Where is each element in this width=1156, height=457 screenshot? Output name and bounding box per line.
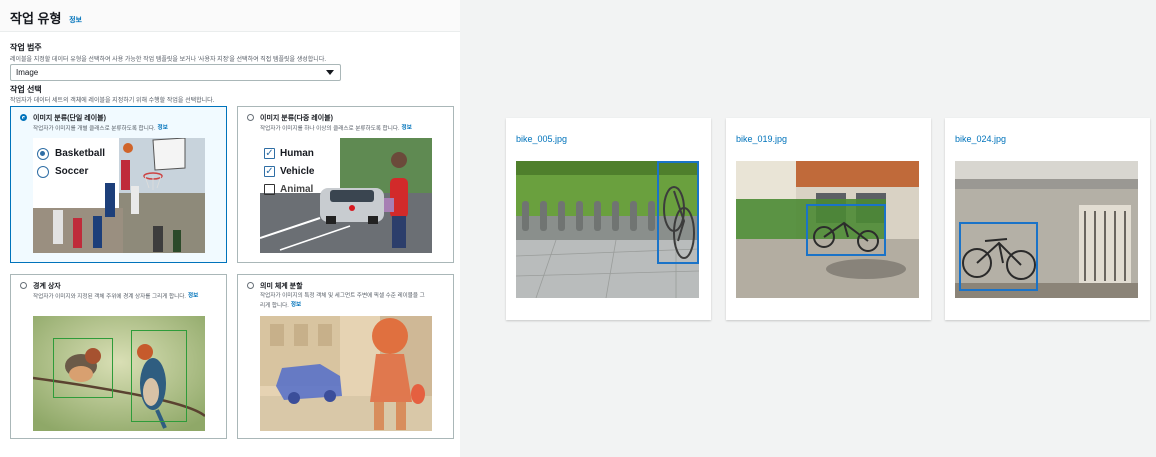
- option-radio-soccer: [37, 166, 49, 178]
- option-checkbox-animal: [264, 184, 275, 195]
- option-checkbox-human: ✓: [264, 148, 275, 159]
- image-tile-3[interactable]: bike_024.jpg: [945, 118, 1150, 320]
- multi-label-illustration: ✓ Human ✓ Vehicle Animal: [260, 138, 432, 253]
- card-description-text: 작업자가 이미지를 하나 이상의 클래스로 분류하도록 합니다.: [260, 125, 400, 132]
- panel-header: 작업 유형 정보: [0, 0, 460, 32]
- card-title: 이미지 분류(단일 레이블): [33, 115, 106, 122]
- panel-title-text: 작업 유형: [10, 11, 62, 26]
- bounding-box: [959, 222, 1038, 291]
- card-title: 경계 상자: [33, 283, 61, 290]
- option-label-vehicle: Vehicle: [280, 166, 315, 177]
- card-info-link[interactable]: 정보: [188, 293, 198, 299]
- image-filename-link[interactable]: bike_005.jpg: [516, 134, 567, 144]
- option-label-basketball: Basketball: [55, 148, 106, 159]
- image-photo: [516, 161, 699, 298]
- image-tile-2[interactable]: bike_019.jpg: [726, 118, 931, 320]
- option-label-soccer: Soccer: [55, 166, 89, 177]
- task-type-panel: 작업 유형 정보 작업 범주 레이블을 지정할 데이터 유형을 선택하여 사용 …: [0, 0, 460, 457]
- segmentation-illustration: [260, 316, 432, 431]
- bounding-box: [657, 161, 699, 264]
- task-card-bounding-box[interactable]: 경계 상자 작업자가 이미지와 지정된 객체 주위에 경계 상자를 그리게 합니…: [10, 274, 227, 439]
- task-select-description: 작업자가 데이터 세트의 객체에 레이블을 지정하기 위해 수행할 작업을 선택…: [10, 98, 215, 104]
- task-card-semantic-segmentation[interactable]: 의미 체계 분할 작업자가 이미지의 특정 객체 및 세그먼트 주변에 픽셀 수…: [237, 274, 454, 439]
- bounding-box: [806, 204, 886, 256]
- panel-info-link[interactable]: 정보: [69, 17, 82, 24]
- task-radio-bounding-box[interactable]: [20, 282, 27, 289]
- card-description-line1: 작업자가 이미지의 특정 객체 및 세그먼트 주변에 픽셀 수준 레이블을 그: [260, 293, 425, 299]
- segmentation-photo: [260, 316, 432, 431]
- option-label-animal: Animal: [280, 184, 314, 195]
- category-description: 레이블을 지정할 데이터 유형을 선택하여 사용 가능한 작업 템플릿을 보거나…: [10, 57, 327, 63]
- bounding-box-bird-2: [131, 330, 187, 422]
- card-title: 이미지 분류(다중 레이블): [260, 115, 333, 122]
- option-radio-basketball: [37, 148, 49, 160]
- image-photo: [736, 161, 919, 298]
- option-label-human: Human: [280, 148, 314, 159]
- option-checkbox-vehicle: ✓: [264, 166, 275, 177]
- category-select-value: Image: [16, 68, 39, 77]
- bounding-box-bird-1: [53, 338, 113, 398]
- card-description-line2: 리게 합니다.: [260, 302, 289, 309]
- image-tile-1[interactable]: bike_005.jpg: [506, 118, 711, 320]
- card-description: 작업자가 이미지와 지정된 객체 주위에 경계 상자를 그리게 합니다. 정보: [33, 292, 198, 302]
- image-filename-link[interactable]: bike_024.jpg: [955, 134, 1006, 144]
- card-description-text: 작업자가 이미지를 개별 클래스로 분류하도록 합니다.: [33, 125, 156, 132]
- card-info-link[interactable]: 정보: [402, 125, 412, 131]
- basketball-illustration: Basketball Soccer: [33, 138, 205, 253]
- category-label: 작업 범주: [10, 43, 42, 52]
- card-info-link[interactable]: 정보: [158, 125, 168, 131]
- card-description: 작업자가 이미지의 특정 객체 및 세그먼트 주변에 픽셀 수준 레이블을 그리…: [260, 292, 425, 311]
- panel-title: 작업 유형 정보: [10, 8, 82, 27]
- card-info-link[interactable]: 정보: [291, 302, 301, 308]
- caret-down-icon: [326, 70, 334, 75]
- card-description-text: 작업자가 이미지와 지정된 객체 주위에 경계 상자를 그리게 합니다.: [33, 293, 186, 300]
- card-description: 작업자가 이미지를 하나 이상의 클래스로 분류하도록 합니다. 정보: [260, 124, 412, 134]
- task-card-single-label[interactable]: 이미지 분류(단일 레이블) 작업자가 이미지를 개별 클래스로 분류하도록 합…: [10, 106, 227, 263]
- card-title: 의미 체계 분할: [260, 283, 303, 290]
- birds-illustration: [33, 316, 205, 431]
- task-card-multi-label[interactable]: 이미지 분류(다중 레이블) 작업자가 이미지를 하나 이상의 클래스로 분류하…: [237, 106, 454, 263]
- category-select[interactable]: Image: [10, 64, 341, 81]
- image-photo: [955, 161, 1138, 298]
- image-filename-link[interactable]: bike_019.jpg: [736, 134, 787, 144]
- card-description: 작업자가 이미지를 개별 클래스로 분류하도록 합니다. 정보: [33, 124, 168, 134]
- task-select-label: 작업 선택: [10, 85, 42, 94]
- task-radio-semantic-segmentation[interactable]: [247, 282, 254, 289]
- task-radio-multi-label[interactable]: [247, 114, 254, 121]
- task-radio-single-label[interactable]: [20, 114, 27, 121]
